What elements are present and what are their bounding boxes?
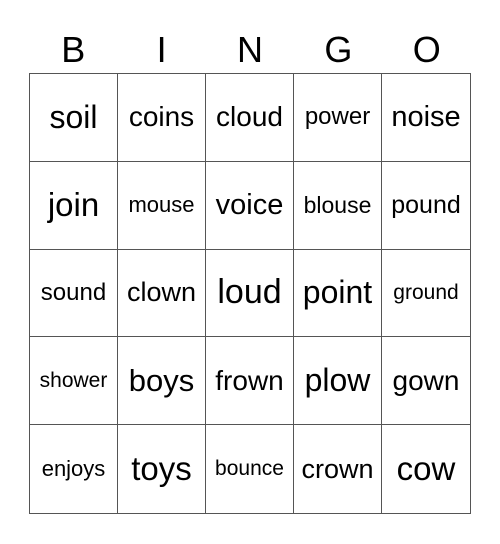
header-letter-g: G [324, 29, 353, 70]
bingo-cell[interactable]: cloud [206, 74, 294, 162]
bingo-cell[interactable]: gown [382, 337, 470, 426]
bingo-cell[interactable]: power [294, 74, 382, 162]
bingo-grid: soil coins cloud power noise join mouse … [29, 73, 471, 514]
bingo-cell[interactable]: sound [30, 249, 118, 338]
bingo-cell[interactable]: coins [118, 74, 206, 162]
bingo-cell[interactable]: shower [30, 337, 118, 426]
bingo-cell[interactable]: mouse [118, 161, 206, 250]
bingo-header: B I N G O [29, 28, 471, 72]
header-letter-i: I [156, 29, 167, 70]
bingo-cell[interactable]: clown [118, 249, 206, 338]
bingo-cell[interactable]: soil [30, 74, 118, 162]
header-letter-n: N [236, 29, 263, 70]
bingo-cell[interactable]: cow [382, 425, 470, 513]
bingo-cell[interactable]: pound [382, 162, 470, 250]
bingo-cell[interactable]: voice [206, 161, 294, 250]
bingo-cell[interactable]: blouse [294, 161, 382, 250]
bingo-cell[interactable]: join [30, 161, 118, 250]
header-letter-o: O [412, 29, 441, 70]
header-letter-b: B [61, 29, 86, 70]
bingo-cell[interactable]: frown [206, 337, 294, 426]
bingo-cell[interactable]: toys [118, 425, 206, 513]
bingo-cell[interactable]: ground [382, 250, 470, 338]
bingo-cell[interactable]: crown [294, 425, 382, 513]
bingo-cell[interactable]: boys [118, 337, 206, 426]
bingo-cell[interactable]: noise [382, 74, 470, 162]
bingo-cell[interactable]: plow [294, 337, 382, 426]
bingo-cell[interactable]: point [294, 249, 382, 338]
bingo-cell[interactable]: loud [206, 249, 294, 338]
bingo-cell[interactable]: bounce [206, 425, 294, 513]
bingo-cell[interactable]: enjoys [30, 425, 118, 513]
